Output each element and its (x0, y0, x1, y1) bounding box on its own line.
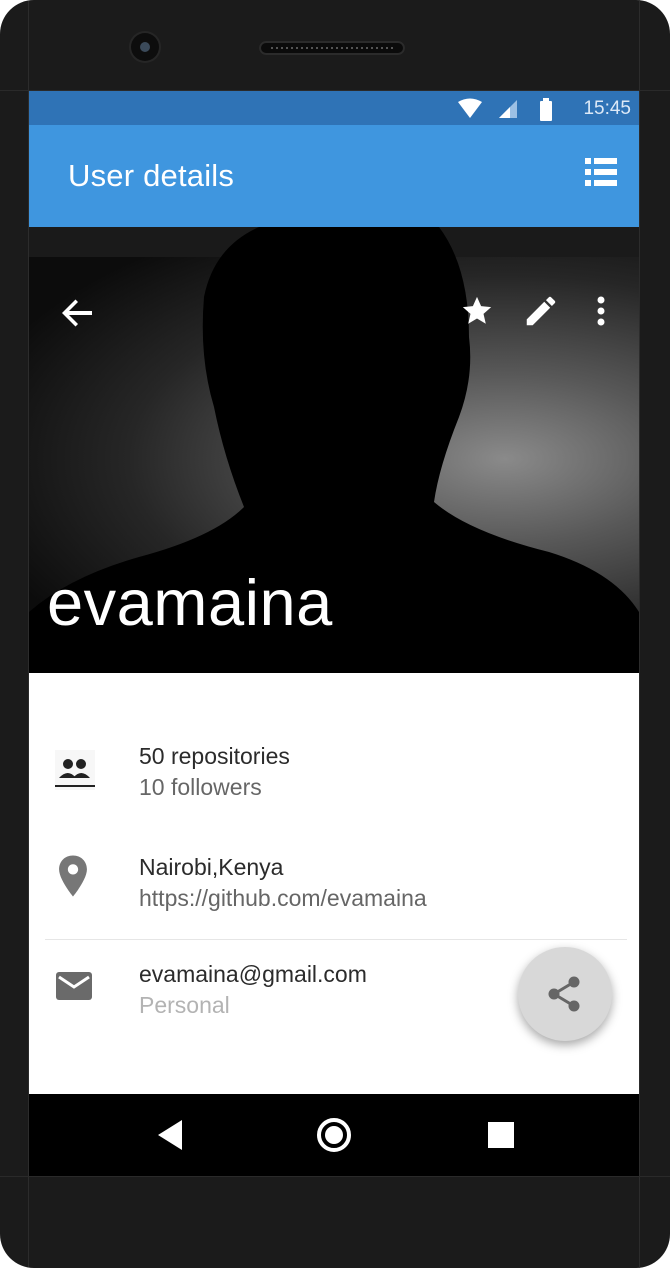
more-vert-icon[interactable] (592, 292, 610, 330)
repositories-count: 50 repositories (139, 743, 290, 769)
app-bar: User details (29, 125, 639, 227)
status-time: 15:45 (583, 98, 631, 119)
location-pin-icon (59, 855, 87, 897)
location-text: Nairobi,Kenya (139, 854, 284, 880)
recents-square-icon[interactable] (486, 1116, 516, 1154)
arrow-back-icon[interactable] (59, 294, 97, 332)
battery-icon (540, 98, 552, 121)
front-camera (131, 33, 159, 61)
phone-device-frame: 15:45 User details evamaina 50 repositor… (0, 0, 670, 1268)
email-icon (56, 972, 92, 1000)
share-fab-button[interactable] (518, 947, 612, 1041)
earpiece-speaker (259, 41, 405, 55)
profile-url-link[interactable]: https://github.com/evamaina (139, 885, 427, 912)
wifi-icon (458, 98, 482, 118)
divider (45, 939, 627, 940)
star-icon[interactable] (460, 294, 494, 328)
email-type: Personal (139, 992, 230, 1018)
share-icon (548, 976, 580, 1012)
screen: 15:45 User details evamaina 50 repositor… (29, 91, 639, 1176)
cell-signal-icon (499, 100, 517, 118)
back-triangle-icon[interactable] (156, 1116, 186, 1154)
list-item-location[interactable]: Nairobi,Kenya https://github.com/evamain… (29, 854, 639, 924)
people-icon (55, 750, 95, 790)
device-divider-bottom (0, 1176, 670, 1177)
page-title: User details (68, 158, 235, 193)
followers-count: 10 followers (139, 774, 262, 800)
pencil-icon[interactable] (522, 292, 560, 330)
view-list-icon[interactable] (585, 158, 617, 186)
profile-username: evamaina (47, 566, 333, 639)
profile-header: evamaina (29, 227, 639, 673)
home-circle-icon[interactable] (315, 1116, 353, 1154)
system-nav-bar (29, 1094, 639, 1176)
list-item-stats[interactable]: 50 repositories 10 followers (29, 743, 639, 813)
email-address: evamaina@gmail.com (139, 961, 367, 987)
status-bar: 15:45 (29, 91, 639, 125)
